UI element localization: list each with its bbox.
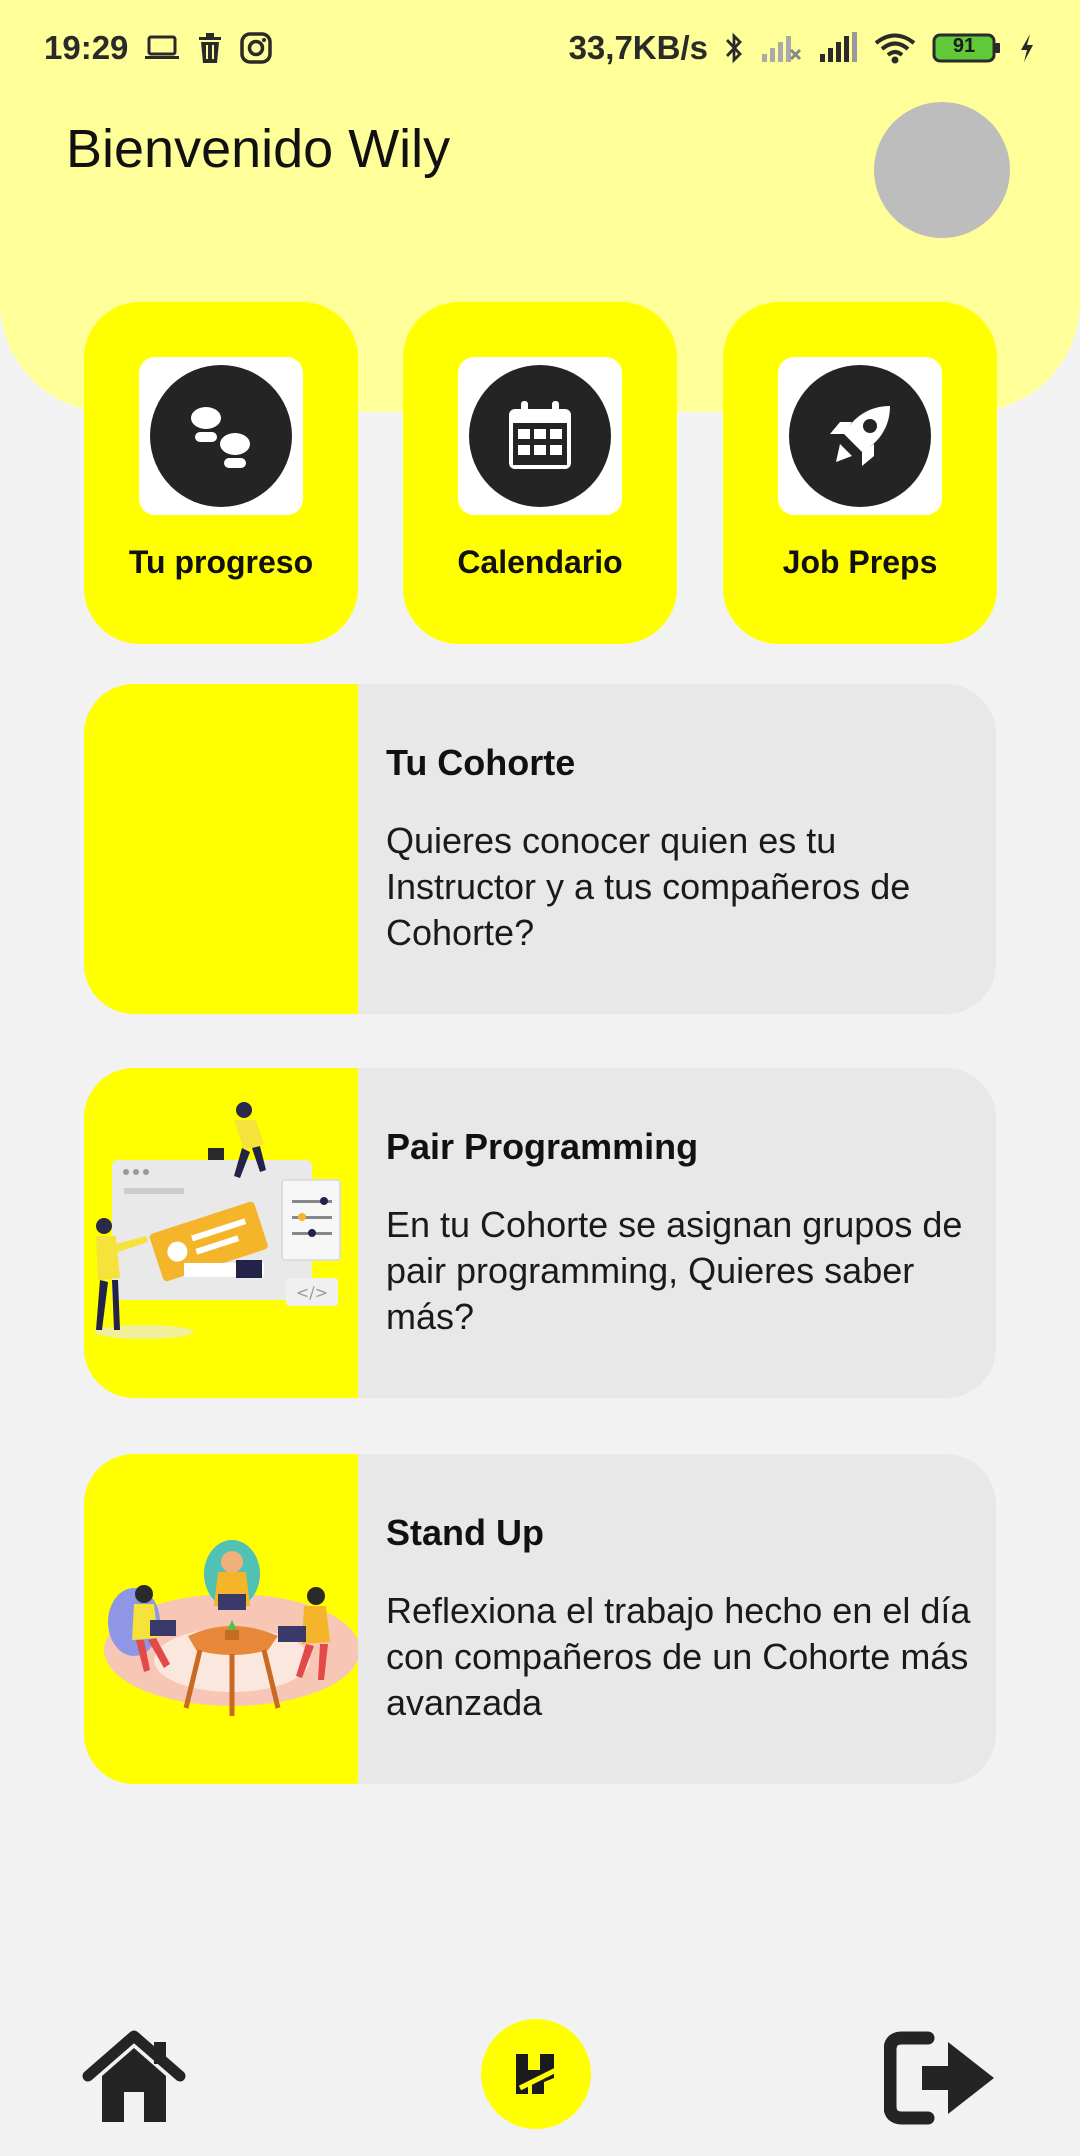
card-tu-cohorte[interactable]: Tu Cohorte Quieres conocer quien es tu I… [84,684,996,1014]
battery-icon: 91 [932,32,1002,64]
card-image [84,684,358,1014]
app-logo-icon[interactable] [481,2019,591,2129]
network-speed: 33,7KB/s [568,29,708,66]
pair-programming-illustration: </> [84,1068,358,1398]
charging-icon [1018,32,1036,64]
card-title: Pair Programming [386,1126,699,1167]
card-description: En tu Cohorte se asignan grupos de pair … [386,1204,963,1337]
standup-illustration [84,1454,360,1784]
logout-icon[interactable] [884,2028,1000,2128]
footsteps-icon [150,365,292,507]
avatar[interactable] [874,102,1010,238]
quick-action-label: Calendario [457,544,623,580]
laptop-icon [144,34,180,62]
rocket-icon [789,365,931,507]
trash-icon [196,32,224,64]
card-stand-up[interactable]: Stand Up Reflexiona el trabajo hecho en … [84,1454,996,1784]
home-icon[interactable] [82,2030,186,2124]
signal-off-icon [760,32,802,64]
card-description: Quieres conocer quien es tu Instructor y… [386,820,911,953]
instagram-icon [240,32,273,64]
quick-action-label: Tu progreso [128,544,314,580]
quick-action-label: Job Preps [782,544,938,580]
quick-action-icon-box [139,357,303,515]
status-bar: 19:29 33,7KB/s 91 [0,0,1080,96]
quick-action-job-preps[interactable]: Job Preps [723,302,997,644]
quick-action-icon-box [458,357,622,515]
battery-level: 91 [952,35,976,57]
welcome-heading: Bienvenido Wily [66,119,451,179]
wifi-icon [874,32,916,64]
card-title: Tu Cohorte [386,742,576,783]
quick-action-calendar[interactable]: Calendario [403,302,677,644]
status-time: 19:29 [44,29,129,66]
signal-icon [818,32,858,64]
svg-text:</>: </> [296,1283,328,1302]
card-pair-programming[interactable]: </> Pair Programming En tu Cohorte se as… [84,1068,996,1398]
quick-action-progress[interactable]: Tu progreso [84,302,358,644]
quick-action-icon-box [778,357,942,515]
card-title: Stand Up [386,1512,544,1553]
calendar-icon [469,365,611,507]
bluetooth-icon [724,31,744,65]
card-description: Reflexiona el trabajo hecho en el día co… [386,1590,971,1723]
